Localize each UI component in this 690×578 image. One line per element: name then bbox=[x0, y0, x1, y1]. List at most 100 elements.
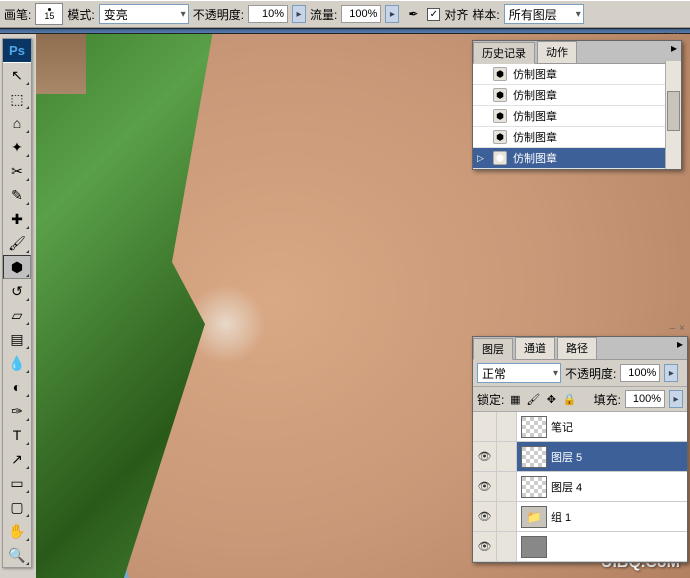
move-tool[interactable]: ↖ bbox=[3, 63, 31, 87]
tab-layers[interactable]: 图层 bbox=[473, 338, 513, 360]
tab-actions[interactable]: 动作 bbox=[537, 41, 577, 63]
visibility-eye-icon[interactable] bbox=[478, 450, 492, 463]
link-column[interactable] bbox=[497, 412, 517, 441]
history-item-label: 仿制图章 bbox=[513, 108, 557, 124]
layer-row[interactable]: 📁组 1 bbox=[473, 502, 687, 532]
history-list: ⬢仿制图章⬢仿制图章⬢仿制图章⬢仿制图章▷⬢仿制图章 bbox=[473, 64, 681, 169]
layer-thumbnail[interactable] bbox=[521, 476, 547, 498]
history-item[interactable]: ⬢ 仿制图章 bbox=[473, 106, 681, 127]
stamp-icon: ⬢ bbox=[493, 67, 507, 81]
marquee-tool[interactable]: ⬚ bbox=[3, 87, 31, 111]
gradient-tool[interactable]: ▤ bbox=[3, 327, 31, 351]
visibility-toggle[interactable] bbox=[473, 412, 497, 441]
tab-paths[interactable]: 路径 bbox=[557, 337, 597, 359]
history-marker-icon: ▷ bbox=[477, 153, 487, 164]
fill-flyout-icon[interactable]: ▸ bbox=[669, 390, 683, 408]
layer-row[interactable]: 图层 5 bbox=[473, 442, 687, 472]
panel-minimize-icon[interactable]: – bbox=[664, 27, 670, 38]
blur-tool[interactable]: 💧 bbox=[3, 351, 31, 375]
path-tool[interactable]: ↗ bbox=[3, 447, 31, 471]
history-item[interactable]: ⬢仿制图章 bbox=[473, 127, 681, 148]
dodge-tool[interactable]: ◐ bbox=[3, 375, 31, 399]
history-item[interactable]: ⬢仿制图章 bbox=[473, 85, 681, 106]
history-panel-tabs: –× 历史记录 动作 ▸ bbox=[473, 41, 681, 64]
opacity-flyout-icon[interactable]: ▸ bbox=[292, 5, 306, 23]
flow-input[interactable]: 100% bbox=[341, 5, 381, 23]
layer-opacity-flyout-icon[interactable]: ▸ bbox=[664, 364, 678, 382]
shape-tool[interactable]: ▭ bbox=[3, 471, 31, 495]
link-column[interactable] bbox=[497, 472, 517, 501]
notes-tool[interactable]: ▢ bbox=[3, 495, 31, 519]
layer-name[interactable]: 组 1 bbox=[551, 509, 571, 525]
stamp-icon: ⬢ bbox=[493, 109, 507, 123]
zoom-tool[interactable]: 🔍 bbox=[3, 543, 31, 567]
sample-label: 样本: bbox=[472, 6, 499, 23]
visibility-eye-icon[interactable] bbox=[478, 480, 492, 493]
layer-name[interactable]: 图层 4 bbox=[551, 479, 582, 495]
layer-thumbnail[interactable] bbox=[521, 416, 547, 438]
wand-tool[interactable]: ✦ bbox=[3, 135, 31, 159]
pen-tool[interactable]: ✑ bbox=[3, 399, 31, 423]
lock-pixels-icon[interactable]: 🖌 bbox=[526, 392, 540, 406]
layer-thumbnail[interactable] bbox=[521, 446, 547, 468]
layer-row[interactable]: 笔记 bbox=[473, 412, 687, 442]
sample-dropdown[interactable]: 所有图层 bbox=[504, 4, 584, 24]
lock-label: 锁定: bbox=[477, 391, 504, 408]
history-item[interactable]: ▷⬢仿制图章 bbox=[473, 148, 681, 169]
layers-lock-row: 锁定: ▦ 🖌 ✥ 🔒 填充: 100% ▸ bbox=[473, 387, 687, 412]
panel-menu-icon[interactable]: ▸ bbox=[673, 337, 687, 359]
healing-tool[interactable]: ✚ bbox=[3, 207, 31, 231]
panel-close-icon[interactable]: × bbox=[679, 323, 685, 334]
layer-opacity-label: 不透明度: bbox=[565, 365, 616, 382]
crop-tool[interactable]: ✂ bbox=[3, 159, 31, 183]
lasso-tool[interactable]: ⌂ bbox=[3, 111, 31, 135]
options-bar: 画笔: 15 模式: 变亮 不透明度: 10% ▸ 流量: 100% ▸ ✒ 对… bbox=[0, 0, 690, 28]
panel-minimize-icon[interactable]: – bbox=[670, 323, 676, 334]
layer-row[interactable] bbox=[473, 532, 687, 562]
visibility-toggle[interactable] bbox=[473, 532, 497, 561]
layer-row[interactable]: 图层 4 bbox=[473, 472, 687, 502]
panel-close-icon[interactable]: × bbox=[673, 27, 679, 38]
lock-all-icon[interactable]: 🔒 bbox=[562, 392, 576, 406]
type-tool[interactable]: T bbox=[3, 423, 31, 447]
aligned-checkbox[interactable] bbox=[427, 8, 440, 21]
tab-history[interactable]: 历史记录 bbox=[473, 42, 535, 64]
layer-name[interactable]: 笔记 bbox=[551, 419, 573, 435]
visibility-eye-icon[interactable] bbox=[478, 540, 492, 553]
link-column[interactable] bbox=[497, 502, 517, 531]
visibility-eye-icon[interactable] bbox=[478, 510, 492, 523]
link-column[interactable] bbox=[497, 532, 517, 561]
layer-thumbnail[interactable] bbox=[521, 536, 547, 558]
fill-input[interactable]: 100% bbox=[625, 390, 665, 408]
brush-preview[interactable]: 15 bbox=[35, 3, 63, 25]
history-scrollbar[interactable] bbox=[665, 61, 681, 169]
flow-flyout-icon[interactable]: ▸ bbox=[385, 5, 399, 23]
lock-transparency-icon[interactable]: ▦ bbox=[508, 392, 522, 406]
lock-position-icon[interactable]: ✥ bbox=[544, 392, 558, 406]
mode-dropdown[interactable]: 变亮 bbox=[99, 4, 189, 24]
visibility-toggle[interactable] bbox=[473, 442, 497, 471]
visibility-toggle[interactable] bbox=[473, 472, 497, 501]
eraser-tool[interactable]: ▱ bbox=[3, 303, 31, 327]
layer-thumbnail[interactable]: 📁 bbox=[521, 506, 547, 528]
history-brush-tool[interactable]: ↺ bbox=[3, 279, 31, 303]
hand-tool[interactable]: ✋ bbox=[3, 519, 31, 543]
toolbox: Ps ↖⬚⌂✦✂✎✚🖌⬢↺▱▤💧◐✑T↗▭▢✋🔍 bbox=[2, 38, 32, 568]
stamp-icon: ⬢ bbox=[493, 130, 507, 144]
brush-tool[interactable]: 🖌 bbox=[3, 231, 31, 255]
layers-panel: –× 图层 通道 路径 ▸ 正常 不透明度: 100% ▸ 锁定: ▦ 🖌 ✥ … bbox=[472, 336, 688, 563]
layer-opacity-input[interactable]: 100% bbox=[620, 364, 660, 382]
airbrush-icon[interactable]: ✒ bbox=[403, 4, 423, 24]
history-panel: –× 历史记录 动作 ▸ ⬢仿制图章⬢仿制图章⬢仿制图章⬢仿制图章▷⬢仿制图章 bbox=[472, 40, 682, 170]
link-column[interactable] bbox=[497, 442, 517, 471]
panel-menu-icon[interactable]: ▸ bbox=[667, 41, 681, 63]
stamp-tool[interactable]: ⬢ bbox=[3, 255, 31, 279]
tab-channels[interactable]: 通道 bbox=[515, 337, 555, 359]
history-item[interactable]: ⬢仿制图章 bbox=[473, 64, 681, 85]
layer-name[interactable]: 图层 5 bbox=[551, 449, 582, 465]
blend-mode-dropdown[interactable]: 正常 bbox=[477, 363, 561, 383]
eyedropper-tool[interactable]: ✎ bbox=[3, 183, 31, 207]
mode-label: 模式: bbox=[67, 6, 94, 23]
visibility-toggle[interactable] bbox=[473, 502, 497, 531]
opacity-input[interactable]: 10% bbox=[248, 5, 288, 23]
